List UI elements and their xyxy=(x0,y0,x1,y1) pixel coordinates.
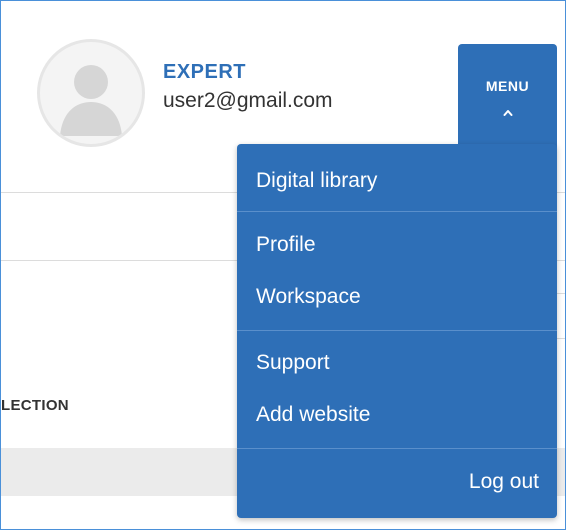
user-role: EXPERT xyxy=(163,61,247,83)
avatar[interactable] xyxy=(37,39,145,147)
menu-item-support[interactable]: Support xyxy=(256,351,330,375)
menu-button-label: MENU xyxy=(485,78,530,94)
menu-button[interactable]: MENU xyxy=(458,44,557,157)
user-email: user2@gmail.com xyxy=(163,89,333,112)
menu-item-workspace[interactable]: Workspace xyxy=(256,285,361,309)
chevron-up-icon xyxy=(503,110,512,116)
menu-item-add-website[interactable]: Add website xyxy=(256,403,370,427)
menu-item-log-out[interactable]: Log out xyxy=(469,470,539,494)
menu-item-profile[interactable]: Profile xyxy=(256,233,316,257)
menu-item-digital-library[interactable]: Digital library xyxy=(256,169,377,193)
menu-dropdown: Digital library Profile Workspace Suppor… xyxy=(237,144,557,518)
menu-separator xyxy=(237,330,557,331)
collection-tab-label[interactable]: LECTION xyxy=(1,397,69,414)
app-frame: EXPERT user2@gmail.com LECTION MENU Digi… xyxy=(0,0,566,530)
user-silhouette-icon xyxy=(60,65,122,136)
menu-separator xyxy=(237,448,557,449)
menu-separator xyxy=(237,211,557,212)
